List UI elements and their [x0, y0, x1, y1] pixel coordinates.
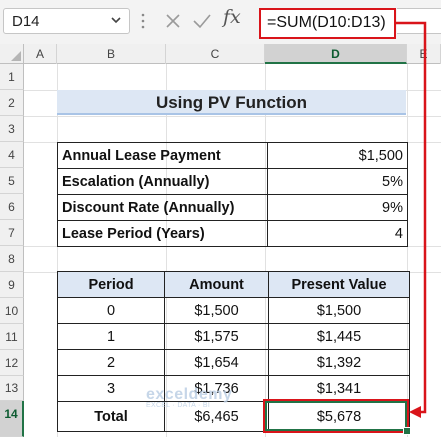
row-header-1[interactable]: 1 — [0, 64, 24, 90]
gridline — [24, 116, 441, 117]
formula-bar: D14 fx =SUM(D10:D13) — [0, 0, 441, 44]
table-row: Lease Period (Years) 4 — [57, 220, 408, 247]
period-cell[interactable]: 2 — [57, 349, 165, 376]
input-value[interactable]: $1,500 — [267, 142, 408, 169]
table-header-row: Period Amount Present Value — [57, 271, 410, 298]
present-value-cell[interactable]: $1,445 — [268, 323, 410, 350]
present-value-cell[interactable]: $1,341 — [268, 375, 410, 402]
row-header-14[interactable]: 14 — [0, 401, 24, 437]
period-cell[interactable]: 1 — [57, 323, 165, 350]
input-value[interactable]: 9% — [267, 194, 408, 221]
select-all-icon — [11, 51, 21, 61]
select-all-corner[interactable] — [0, 44, 24, 64]
name-box-value: D14 — [12, 13, 40, 30]
column-header-d[interactable]: D — [265, 44, 407, 64]
table-row: Discount Rate (Annually) 9% — [57, 194, 408, 221]
amount-cell[interactable]: $1,654 — [164, 349, 269, 376]
table-row: 3 $1,736 $1,341 — [57, 375, 410, 402]
table-row: Escalation (Annually) 5% — [57, 168, 408, 195]
column-header-bar: A B C D E — [24, 44, 441, 64]
table-row: 0 $1,500 $1,500 — [57, 297, 410, 324]
fill-handle[interactable] — [403, 427, 411, 435]
column-header-amount[interactable]: Amount — [164, 271, 269, 298]
amount-cell[interactable]: $1,575 — [164, 323, 269, 350]
input-table: Annual Lease Payment $1,500 Escalation (… — [57, 142, 408, 247]
input-label[interactable]: Discount Rate (Annually) — [57, 194, 268, 221]
row-header-12[interactable]: 12 — [0, 350, 24, 376]
table-row: 1 $1,575 $1,445 — [57, 323, 410, 350]
column-header-a[interactable]: A — [24, 44, 57, 64]
column-header-b[interactable]: B — [57, 44, 166, 64]
input-label[interactable]: Lease Period (Years) — [57, 220, 268, 247]
watermark-brand: exceldemy — [146, 386, 233, 403]
row-header-11[interactable]: 11 — [0, 324, 24, 350]
input-label[interactable]: Annual Lease Payment — [57, 142, 268, 169]
cancel-icon[interactable] — [164, 12, 182, 30]
row-header-6[interactable]: 6 — [0, 194, 24, 220]
row-header-10[interactable]: 10 — [0, 298, 24, 324]
input-value[interactable]: 4 — [267, 220, 408, 247]
formula-text: =SUM(D10:D13) — [267, 14, 386, 31]
sheet-title[interactable]: Using PV Function — [57, 90, 406, 115]
input-label[interactable]: Escalation (Annually) — [57, 168, 268, 195]
row-header-7[interactable]: 7 — [0, 220, 24, 246]
highlight-outline — [263, 399, 409, 433]
name-box[interactable]: D14 — [3, 8, 130, 34]
column-header-c[interactable]: C — [166, 44, 265, 64]
insert-function-icon[interactable]: fx — [223, 6, 241, 28]
row-header-5[interactable]: 5 — [0, 168, 24, 194]
formula-input-extension[interactable] — [397, 8, 441, 34]
row-header-8[interactable]: 8 — [0, 246, 24, 272]
present-value-cell[interactable]: $1,392 — [268, 349, 410, 376]
table-row: 2 $1,654 $1,392 — [57, 349, 410, 376]
column-header-e[interactable]: E — [407, 44, 441, 64]
column-header-present-value[interactable]: Present Value — [268, 271, 410, 298]
enter-check-icon[interactable] — [192, 12, 212, 30]
drag-handle-icon[interactable] — [140, 10, 146, 32]
table-row: Annual Lease Payment $1,500 — [57, 142, 408, 169]
amount-cell[interactable]: $1,500 — [164, 297, 269, 324]
watermark-tagline: EXCEL · DATA · BI — [146, 402, 211, 409]
row-header-2[interactable]: 2 — [0, 90, 24, 116]
formula-input[interactable]: =SUM(D10:D13) — [259, 8, 396, 39]
exceldemy-watermark: exceldemy EXCEL · DATA · BI — [146, 386, 232, 409]
chevron-down-icon[interactable] — [109, 13, 123, 27]
row-header-9[interactable]: 9 — [0, 272, 24, 298]
input-value[interactable]: 5% — [267, 168, 408, 195]
period-cell[interactable]: 0 — [57, 297, 165, 324]
column-header-period[interactable]: Period — [57, 271, 165, 298]
row-header-3[interactable]: 3 — [0, 116, 24, 142]
present-value-cell[interactable]: $1,500 — [268, 297, 410, 324]
row-header-13[interactable]: 13 — [0, 376, 24, 401]
row-header-4[interactable]: 4 — [0, 142, 24, 168]
